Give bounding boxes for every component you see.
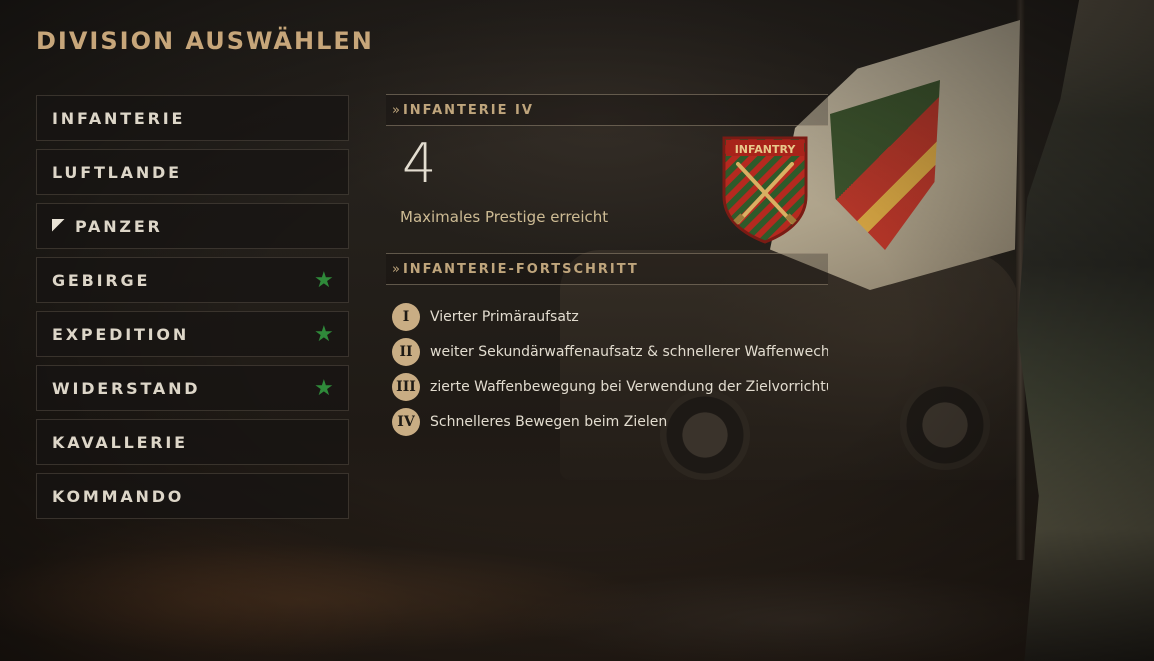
perk-numeral: III (392, 372, 420, 401)
perk-list: I Vierter Primäraufsatz II weiter Sekund… (386, 299, 828, 439)
perk-numeral: II (392, 337, 420, 366)
perk-item: I Vierter Primäraufsatz (386, 299, 828, 334)
perk-numeral: I (392, 302, 420, 331)
perk-text: Schnelleres Bewegen beim Zielen (430, 413, 668, 430)
menu-item-luftlande[interactable]: LUFTLANDE (36, 149, 349, 195)
menu-item-widerstand[interactable]: WIDERSTAND ★ (36, 365, 349, 411)
star-icon: ★ (314, 322, 334, 347)
progress-header-label: INFANTERIE-FORTSCHRITT (402, 261, 639, 277)
selection-marker-icon (52, 218, 65, 232)
star-icon: ★ (314, 376, 334, 401)
menu-item-label: GEBIRGE (52, 270, 151, 290)
perk-item: III zierte Waffenbewegung bei Verwendung… (386, 369, 828, 404)
menu-item-label: PANZER (75, 216, 163, 236)
division-level: 4 (402, 132, 437, 195)
division-detail-panel: » INFANTERIE IV 4 Maximales Prestige err… (386, 94, 828, 439)
perk-text: zierte Waffenbewegung bei Verwendung der… (430, 378, 828, 395)
menu-item-expedition[interactable]: EXPEDITION ★ (36, 311, 349, 357)
prestige-status: Maximales Prestige erreicht (400, 208, 609, 226)
division-header: » INFANTERIE IV (386, 94, 828, 126)
menu-item-label: EXPEDITION (52, 324, 190, 344)
page-title: DIVISION AUSWÄHLEN (36, 27, 374, 55)
perk-numeral: IV (392, 407, 420, 436)
perk-item: IV Schnelleres Bewegen beim Zielen (386, 404, 828, 439)
menu-item-infanterie[interactable]: INFANTERIE (36, 95, 349, 141)
division-menu: INFANTERIE LUFTLANDE PANZER GEBIRGE ★ EX… (36, 95, 349, 527)
menu-item-label: WIDERSTAND (52, 378, 201, 398)
menu-item-label: INFANTERIE (52, 108, 186, 128)
menu-item-panzer[interactable]: PANZER (36, 203, 349, 249)
division-info: 4 Maximales Prestige erreicht INFANTRY (386, 126, 828, 253)
menu-item-label: LUFTLANDE (52, 162, 182, 182)
perk-text: weiter Sekundärwaffenaufsatz & schneller… (430, 343, 828, 360)
perk-item: II weiter Sekundärwaffenaufsatz & schnel… (386, 334, 828, 369)
menu-item-kavallerie[interactable]: KAVALLERIE (36, 419, 349, 465)
progress-header: » INFANTERIE-FORTSCHRITT (386, 253, 828, 285)
perk-text: Vierter Primäraufsatz (430, 308, 579, 325)
division-header-label: INFANTERIE IV (402, 102, 534, 118)
double-chevron-icon: » (392, 102, 400, 118)
double-chevron-icon: » (392, 261, 400, 277)
star-icon: ★ (314, 268, 334, 293)
menu-item-gebirge[interactable]: GEBIRGE ★ (36, 257, 349, 303)
badge-text: INFANTRY (735, 143, 797, 156)
menu-item-label: KAVALLERIE (52, 432, 188, 452)
infantry-badge-icon: INFANTRY (722, 136, 808, 244)
menu-item-kommando[interactable]: KOMMANDO (36, 473, 349, 519)
menu-item-label: KOMMANDO (52, 486, 185, 506)
